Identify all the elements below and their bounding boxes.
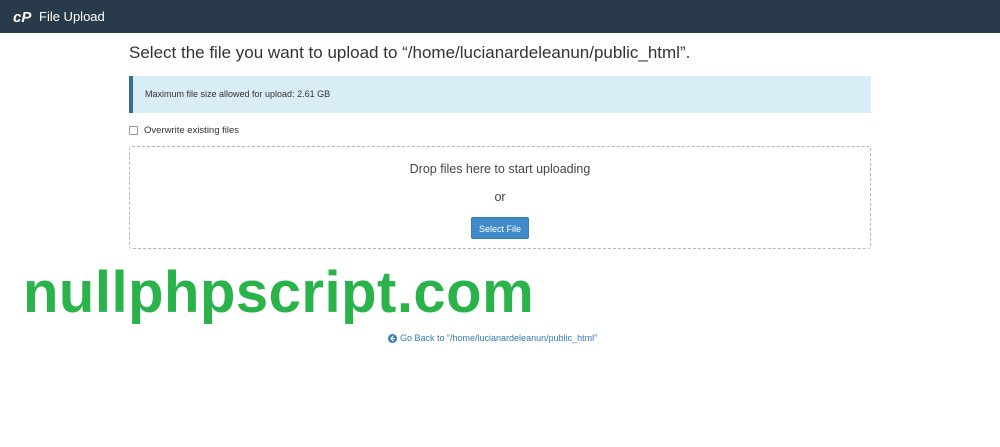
- overwrite-label[interactable]: Overwrite existing files: [144, 125, 239, 136]
- max-size-alert-text: Maximum file size allowed for upload: 2.…: [145, 89, 331, 99]
- cpanel-logo-icon[interactable]: cP: [13, 9, 35, 25]
- arrow-circle-left-icon: [388, 333, 397, 343]
- select-file-button[interactable]: Select File: [471, 217, 529, 239]
- go-back-label[interactable]: Go Back to “/home/lucianardeleanun/publi…: [400, 333, 597, 343]
- app-title: File Upload: [39, 9, 105, 24]
- overwrite-option[interactable]: Overwrite existing files: [129, 125, 239, 136]
- watermark-text: nullphpscript.com: [23, 260, 535, 325]
- file-dropzone[interactable]: Drop files here to start uploading or Se…: [129, 146, 871, 249]
- svg-text:cP: cP: [13, 9, 32, 25]
- top-bar: cP File Upload: [0, 0, 1000, 33]
- max-size-alert: Maximum file size allowed for upload: 2.…: [129, 76, 871, 113]
- overwrite-checkbox[interactable]: [129, 126, 138, 135]
- drop-instructions: Drop files here to start uploading: [409, 162, 591, 176]
- or-separator: or: [494, 190, 506, 204]
- page-heading: Select the file you want to upload to “/…: [129, 43, 691, 62]
- go-back-link[interactable]: Go Back to “/home/lucianardeleanun/publi…: [388, 333, 597, 343]
